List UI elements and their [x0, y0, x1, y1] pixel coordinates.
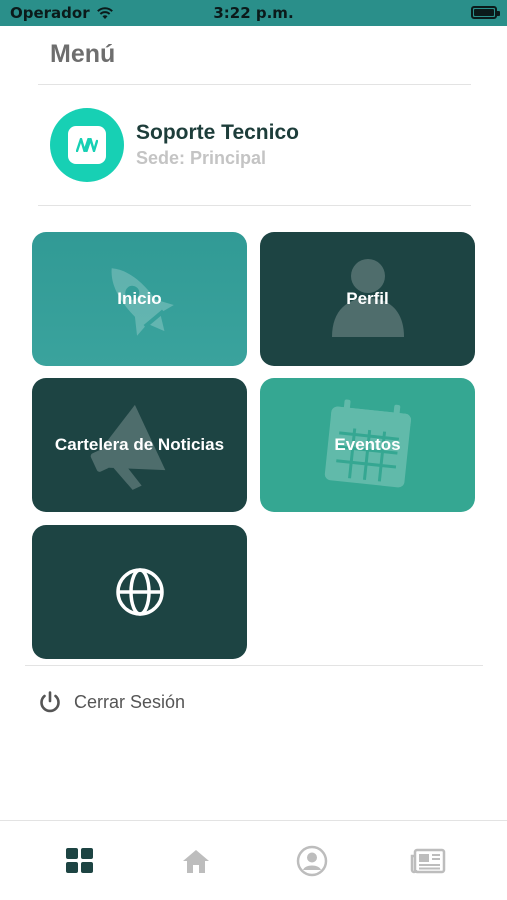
tab-news[interactable]	[408, 841, 448, 881]
globe-icon	[115, 568, 164, 616]
logout-button[interactable]: Cerrar Sesión	[38, 690, 185, 714]
tile-web[interactable]	[32, 525, 247, 659]
user-circle-icon	[296, 845, 328, 877]
tile-eventos-label: Eventos	[334, 435, 401, 454]
profile-sede: Sede: Principal	[136, 148, 267, 168]
tab-profile[interactable]	[292, 841, 332, 881]
tile-perfil-label: Perfil	[346, 289, 389, 308]
page-title: Menú	[50, 40, 116, 68]
battery-icon	[471, 6, 500, 19]
power-icon	[40, 691, 60, 713]
divider-profile	[38, 205, 471, 206]
tile-cartelera[interactable]: Cartelera de Noticias	[32, 378, 247, 512]
profile-header: Soporte Tecnico Sede: Principal	[50, 108, 299, 182]
newspaper-icon	[410, 848, 446, 874]
tab-menu[interactable]	[60, 841, 100, 881]
tile-eventos[interactable]: Eventos	[260, 378, 475, 512]
divider-logout	[25, 665, 483, 666]
home-icon	[183, 850, 209, 873]
grid-icon	[66, 848, 93, 873]
tab-bar	[0, 820, 507, 900]
tile-inicio[interactable]: Inicio	[32, 232, 247, 366]
tile-cartelera-label: Cartelera de Noticias	[54, 435, 225, 454]
tile-inicio-label: Inicio	[117, 289, 162, 308]
tile-perfil[interactable]: Perfil	[260, 232, 475, 366]
logout-label: Cerrar Sesión	[74, 691, 186, 712]
tab-home[interactable]	[176, 841, 216, 881]
company-logo-icon	[68, 126, 106, 164]
status-bar: Operador 3:22 p.m.	[0, 0, 507, 26]
profile-name: Soporte Tecnico	[136, 121, 299, 144]
divider-top	[38, 84, 471, 85]
clock: 3:22 p.m.	[213, 4, 294, 22]
avatar	[50, 108, 124, 182]
